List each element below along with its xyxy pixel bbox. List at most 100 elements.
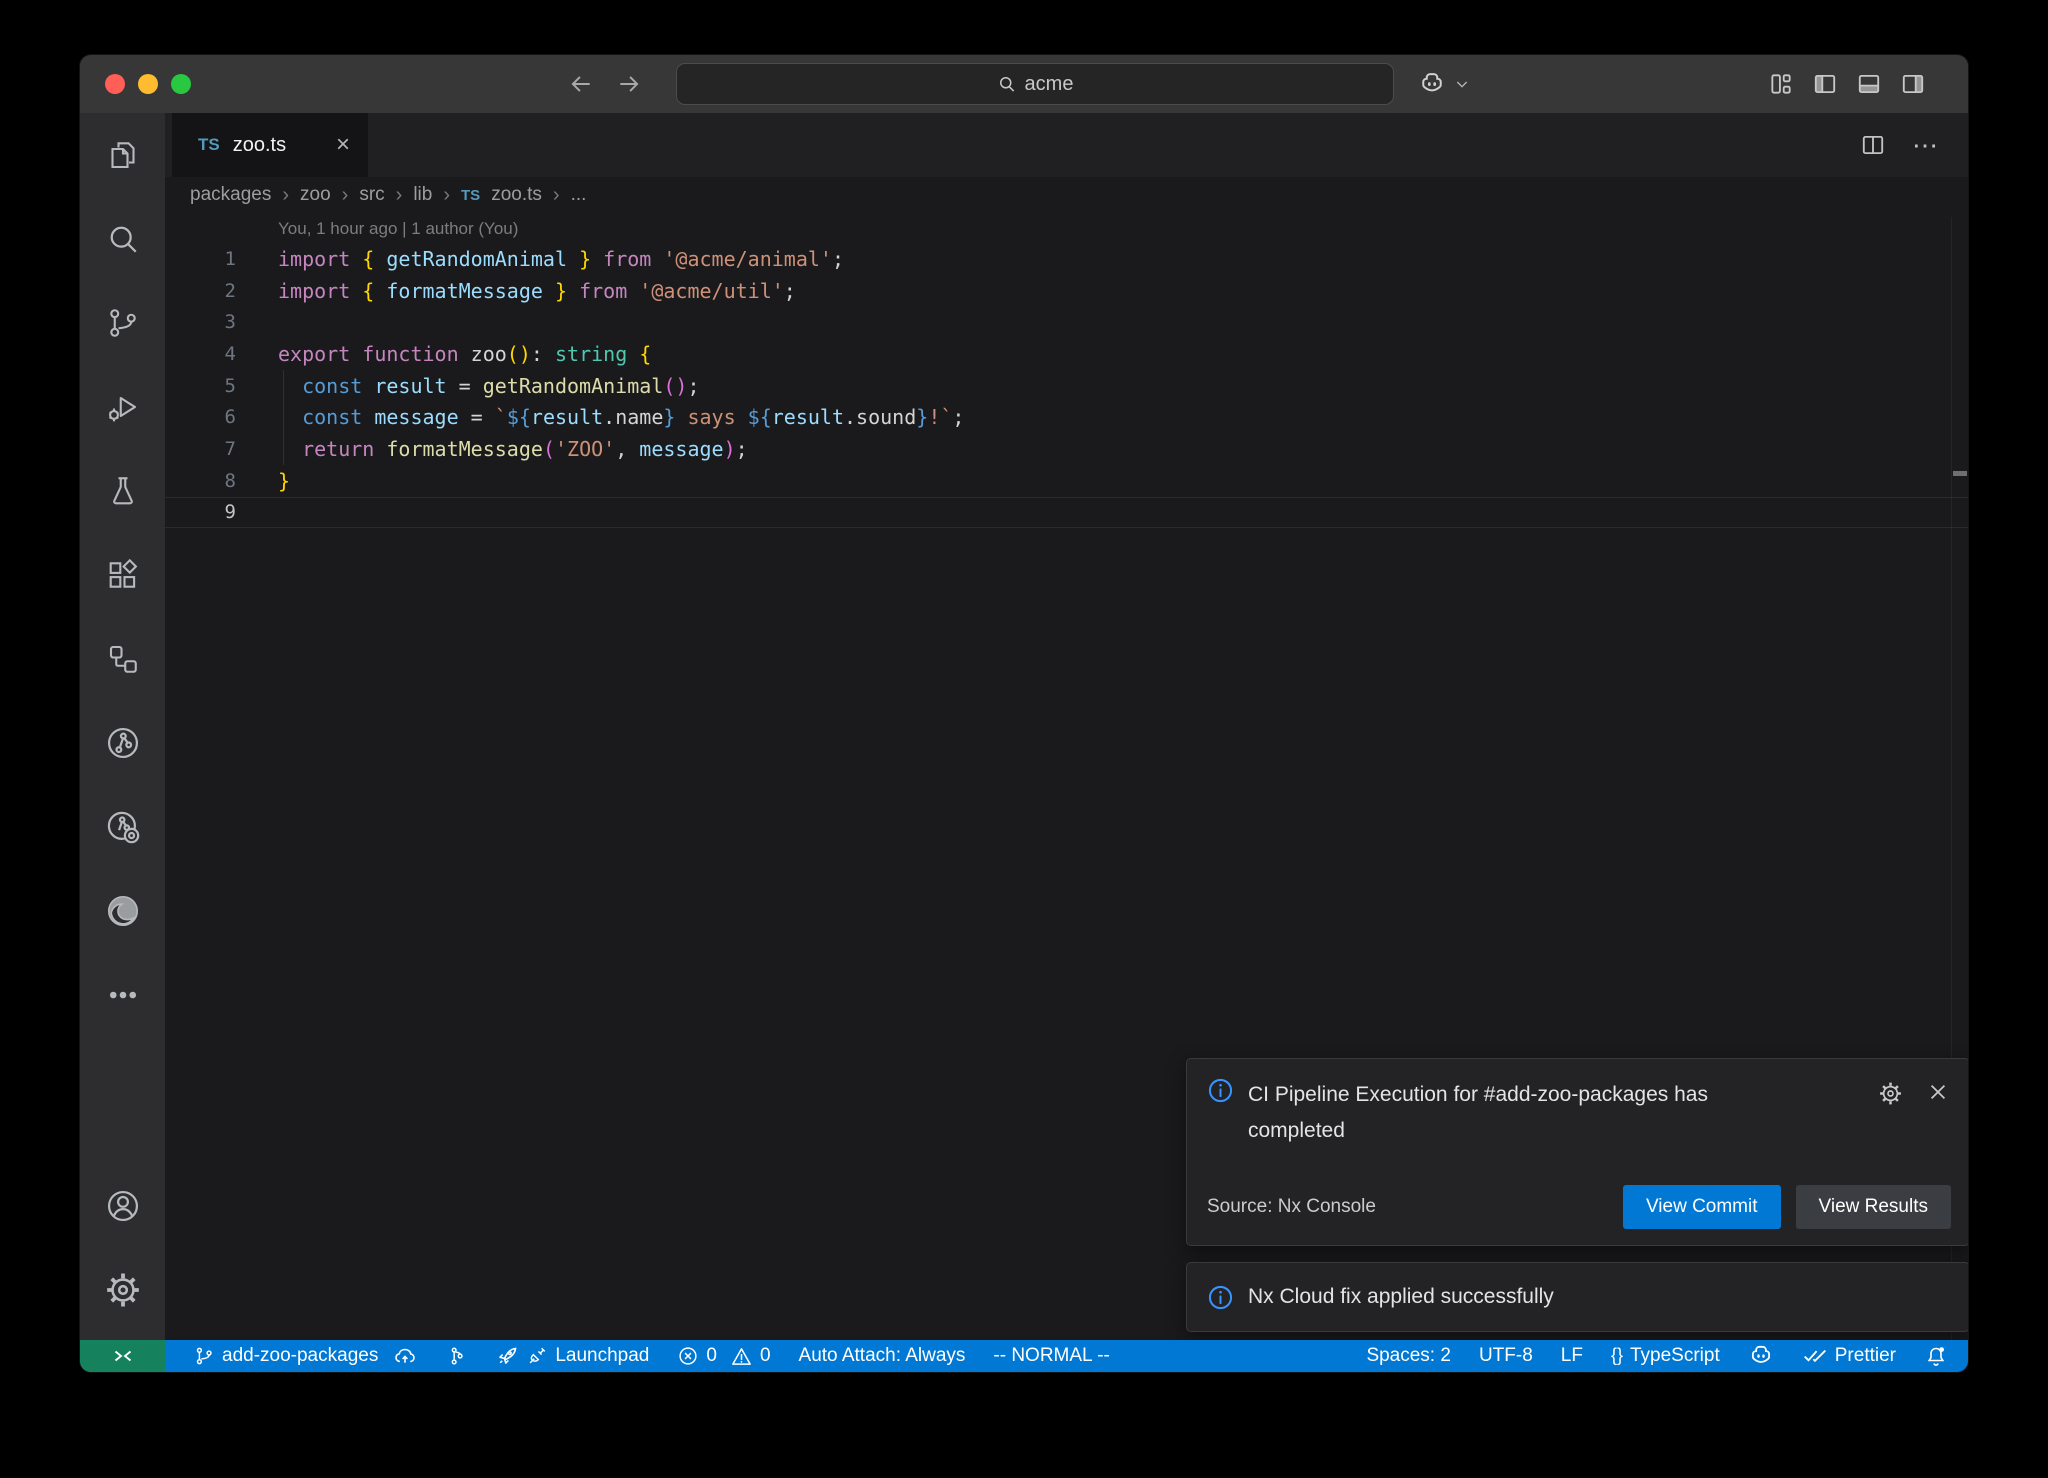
code-text: export function zoo(): string {	[278, 342, 651, 366]
copilot-status[interactable]	[1748, 1343, 1774, 1369]
typescript-file-icon: TS	[461, 187, 480, 204]
brackets-icon	[1611, 1345, 1623, 1367]
code-line[interactable]: 1import { getRandomAnimal } from '@acme/…	[165, 243, 1968, 275]
code-line[interactable]: 9	[165, 497, 1968, 529]
beaker-icon	[105, 473, 141, 509]
toggle-secondary-sidebar-icon[interactable]	[1900, 71, 1926, 97]
account-icon	[104, 1187, 142, 1225]
activity-bar	[80, 113, 165, 1340]
command-center-search[interactable]: acme	[676, 63, 1394, 105]
code-text: }	[278, 469, 290, 493]
notifications-bell[interactable]	[1924, 1344, 1948, 1368]
maximize-window-button[interactable]	[171, 74, 191, 94]
search-value: acme	[1025, 73, 1074, 96]
breadcrumb-file[interactable]: zoo.ts	[491, 184, 542, 206]
encoding-status[interactable]: UTF-8	[1479, 1345, 1533, 1367]
breadcrumb-separator-icon	[342, 184, 349, 207]
sidebar-item-explorer[interactable]	[80, 113, 165, 197]
code-line[interactable]: 6 const message = `${result.name} says $…	[165, 401, 1968, 433]
code-line[interactable]: 5 const result = getRandomAnimal();	[165, 370, 1968, 402]
tab-label: zoo.ts	[233, 134, 286, 157]
toggle-panel-icon[interactable]	[1856, 71, 1882, 97]
accounts-button[interactable]	[80, 1164, 165, 1248]
line-number: 1	[165, 248, 236, 270]
edge-browser-icon	[104, 892, 142, 930]
line-number: 7	[165, 438, 236, 460]
remote-indicator[interactable]	[80, 1340, 165, 1372]
sidebar-item-edge-tools[interactable]	[80, 869, 165, 953]
gear-icon	[104, 1271, 142, 1309]
breadcrumb-item[interactable]: lib	[413, 184, 432, 206]
sidebar-item-references[interactable]	[80, 617, 165, 701]
sidebar-item-search[interactable]	[80, 197, 165, 281]
traffic-lights	[105, 74, 191, 94]
eol-status[interactable]: LF	[1561, 1345, 1583, 1367]
launchpad-button[interactable]: Launchpad	[495, 1344, 649, 1368]
language-mode-status[interactable]: TypeScript	[1611, 1345, 1720, 1367]
code-text: return formatMessage('ZOO', message);	[278, 437, 748, 461]
sidebar-item-nx-cloud[interactable]	[80, 785, 165, 869]
toggle-primary-sidebar-icon[interactable]	[1812, 71, 1838, 97]
breadcrumb-separator-icon	[443, 184, 450, 207]
notification-settings-gear-icon[interactable]	[1878, 1081, 1903, 1106]
publish-cloud-icon	[393, 1344, 417, 1368]
sidebar-item-source-control[interactable]	[80, 281, 165, 365]
auto-attach-status[interactable]: Auto Attach: Always	[799, 1345, 966, 1367]
warning-count: 0	[760, 1345, 771, 1367]
line-number: 9	[165, 501, 236, 523]
code-line[interactable]: 3	[165, 306, 1968, 338]
breadcrumb-item[interactable]: packages	[190, 184, 271, 206]
copilot-icon[interactable]	[1418, 70, 1446, 98]
auto-attach-label: Auto Attach: Always	[799, 1345, 966, 1367]
sidebar-item-testing[interactable]	[80, 449, 165, 533]
minimize-window-button[interactable]	[138, 74, 158, 94]
vim-mode-status[interactable]: -- NORMAL --	[993, 1345, 1109, 1367]
close-tab-icon[interactable]: ×	[336, 133, 350, 157]
more-actions-icon[interactable]	[1912, 130, 1940, 161]
check-all-icon	[1802, 1343, 1828, 1369]
code-line[interactable]: 8}	[165, 465, 1968, 497]
sidebar-item-more[interactable]	[80, 953, 165, 1037]
encoding-label: UTF-8	[1479, 1345, 1533, 1367]
code-line[interactable]: 4export function zoo(): string {	[165, 338, 1968, 370]
customize-layout-icon[interactable]	[1768, 71, 1794, 97]
split-editor-icon[interactable]	[1860, 132, 1886, 158]
info-icon	[1207, 1077, 1234, 1149]
notification-nx-cloud-fix: Nx Cloud fix applied successfully	[1186, 1262, 1968, 1332]
breadcrumb-item[interactable]: zoo	[300, 184, 331, 206]
language-label: TypeScript	[1630, 1345, 1720, 1367]
tab-zoo-ts[interactable]: TS zoo.ts ×	[172, 113, 368, 177]
rocket-icon	[495, 1344, 519, 1368]
sidebar-item-run-debug[interactable]	[80, 365, 165, 449]
launchpad-label: Launchpad	[555, 1345, 649, 1367]
problems-button[interactable]: 0 0	[677, 1345, 770, 1368]
bell-icon	[1924, 1344, 1948, 1368]
git-graph-button[interactable]	[445, 1345, 467, 1367]
code-line[interactable]: 2import { formatMessage } from '@acme/ut…	[165, 275, 1968, 307]
settings-button[interactable]	[80, 1248, 165, 1332]
sidebar-item-nx-console[interactable]	[80, 701, 165, 785]
breadcrumb-separator-icon	[282, 184, 289, 207]
sidebar-item-extensions[interactable]	[80, 533, 165, 617]
git-blame-annotation[interactable]: You, 1 hour ago | 1 author (You)	[278, 219, 518, 239]
titlebar: acme	[80, 55, 1968, 114]
code-line[interactable]: 7 return formatMessage('ZOO', message);	[165, 433, 1968, 465]
chevron-down-icon[interactable]	[1454, 76, 1470, 92]
git-branch-status[interactable]: add-zoo-packages	[193, 1344, 417, 1368]
view-commit-button[interactable]: View Commit	[1623, 1185, 1781, 1229]
error-count: 0	[706, 1345, 717, 1367]
code-area[interactable]: 1import { getRandomAnimal } from '@acme/…	[165, 243, 1968, 528]
run-debug-icon	[105, 389, 141, 425]
formatter-status[interactable]: Prettier	[1802, 1343, 1896, 1369]
notification-close-icon[interactable]	[1927, 1081, 1949, 1106]
close-window-button[interactable]	[105, 74, 125, 94]
breadcrumb-item[interactable]: src	[359, 184, 384, 206]
breadcrumb-more[interactable]: ...	[571, 184, 587, 206]
eol-label: LF	[1561, 1345, 1583, 1367]
view-results-button[interactable]: View Results	[1796, 1185, 1951, 1229]
indentation-status[interactable]: Spaces: 2	[1366, 1345, 1451, 1367]
warning-icon	[730, 1345, 753, 1368]
back-arrow-icon[interactable]	[568, 71, 594, 97]
error-icon	[677, 1345, 699, 1367]
forward-arrow-icon[interactable]	[616, 71, 642, 97]
